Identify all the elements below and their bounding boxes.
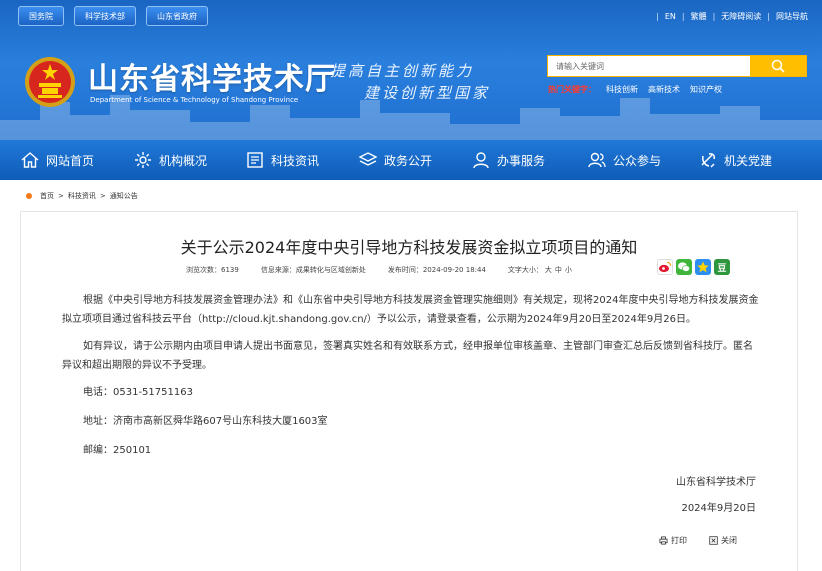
nav-home[interactable]: 网站首页 (20, 140, 94, 180)
breadcrumb-notices[interactable]: 通知公告 (110, 191, 138, 201)
nav-public-participation[interactable]: 公众参与 (587, 140, 661, 180)
search-input[interactable] (548, 56, 750, 76)
share-bar: 豆 (657, 259, 730, 275)
separator: | (681, 12, 685, 21)
meta-views-value: 6139 (221, 266, 239, 274)
meta-date-label: 发布时间： (387, 266, 423, 274)
hot-keywords: 热门关键字： 科技创新 高新技术 知识产权 (548, 84, 722, 95)
close-label: 关闭 (721, 536, 737, 545)
link-sitemap[interactable]: 网站导航 (776, 11, 808, 22)
hot-keyword[interactable]: 知识产权 (690, 84, 722, 95)
fontsize-medium[interactable]: 中 (555, 266, 562, 274)
nav-label: 科技资讯 (271, 153, 320, 168)
qzone-icon[interactable] (695, 259, 711, 275)
contact-phone: 电话：0531-51751163 (83, 387, 193, 398)
separator: | (712, 12, 716, 21)
close-button[interactable]: 关闭 (709, 535, 737, 546)
meta-fontsize: 文字大小：大中小 (508, 265, 575, 275)
nav-gov-affairs[interactable]: 政务公开 (358, 140, 432, 180)
people-icon (588, 152, 606, 168)
layers-icon (358, 152, 378, 166)
article-paragraph: 根据《中央引导地方科技发展资金管理办法》和《山东省中央引导地方科技发展资金管理实… (62, 295, 759, 325)
top-tabs: 国务院 科学技术部 山东省政府 (18, 6, 208, 26)
top-tab-most[interactable]: 科学技术部 (74, 6, 136, 26)
breadcrumb: 首页 > 科技资讯 > 通知公告 (26, 191, 138, 201)
meta-date: 发布时间：2024-09-20 18:44 (388, 265, 486, 275)
print-label: 打印 (671, 536, 687, 545)
link-english[interactable]: EN (665, 12, 676, 21)
article-paragraph: 如有异议，请于公示期内由项目申请人提出书面意见，签署真实姓名和有效联系方式，经申… (62, 341, 753, 371)
article-title: 关于公示2024年度中央引导地方科技发展资金拟立项项目的通知 (180, 238, 638, 257)
site-subtitle: Department of Science & Technology of Sh… (90, 96, 299, 104)
meta-source-value: 成果转化与区域创新处 (295, 266, 366, 274)
print-icon (659, 536, 668, 545)
contact-address: 地址：济南市高新区舜华路607号山东科技大厦1603室 (83, 416, 328, 427)
hot-keyword[interactable]: 高新技术 (648, 84, 680, 95)
meta-views-label: 浏览次数： (186, 266, 221, 274)
site-banner: 国务院 科学技术部 山东省政府 | EN | 繁體 | 无障碍阅读 | 网站导航… (0, 0, 822, 140)
nav-news[interactable]: 科技资讯 (245, 140, 319, 180)
fontsize-small[interactable]: 小 (565, 266, 572, 274)
breadcrumb-bullet-icon (26, 193, 32, 199)
weibo-icon[interactable] (657, 259, 673, 275)
nav-label: 公众参与 (613, 153, 662, 168)
article-actions: 打印 关闭 (659, 535, 737, 546)
separator: | (656, 12, 659, 21)
print-button[interactable]: 打印 (659, 535, 687, 546)
party-emblem-icon (701, 153, 715, 168)
nav-label: 机构概况 (159, 153, 208, 168)
nav-services[interactable]: 办事服务 (471, 140, 545, 180)
meta-date-value: 2024-09-20 18:44 (422, 266, 486, 274)
meta-views: 浏览次数：6139 (186, 265, 239, 275)
breadcrumb-separator: > (58, 192, 64, 200)
service-icon (473, 152, 489, 169)
nav-party-building[interactable]: 机关党建 (698, 140, 772, 180)
meta-fontsize-label: 文字大小： (507, 266, 543, 274)
news-icon (247, 152, 263, 168)
home-icon (21, 152, 39, 168)
hot-keywords-label: 热门关键字： (548, 85, 596, 94)
link-accessibility[interactable]: 无障碍阅读 (721, 11, 761, 22)
signature-date: 2024年9月20日 (681, 503, 756, 514)
wechat-icon[interactable] (676, 259, 692, 275)
breadcrumb-separator: > (99, 192, 106, 200)
nav-label: 机关党建 (724, 153, 773, 168)
link-traditional[interactable]: 繁體 (691, 11, 707, 22)
fontsize-large[interactable]: 大 (545, 266, 552, 274)
article-card: 关于公示2024年度中央引导地方科技发展资金拟立项项目的通知 浏览次数：6139… (20, 211, 798, 571)
search-box (547, 55, 807, 77)
main-nav: 网站首页 机构概况 科技资讯 政务公开 办事服务 公众参与 机关党建 (0, 140, 822, 180)
meta-source-label: 信息来源： (260, 266, 296, 274)
nav-organization[interactable]: 机构概况 (133, 140, 207, 180)
contact-postcode: 邮编：250101 (83, 445, 152, 456)
nav-label: 办事服务 (497, 153, 546, 168)
article-body: 根据《中央引导地方科技发展资金管理办法》和《山东省中央引导地方科技发展资金管理实… (62, 291, 762, 470)
douban-icon[interactable]: 豆 (714, 259, 730, 275)
article-meta: 浏览次数：6139 信息来源：成果转化与区域创新处 发布时间：2024-09-2… (186, 265, 575, 275)
breadcrumb-news[interactable]: 科技资讯 (68, 191, 96, 201)
search-icon (771, 59, 785, 73)
national-emblem-icon[interactable] (24, 56, 76, 108)
gear-icon (135, 152, 151, 168)
breadcrumb-home[interactable]: 首页 (40, 191, 54, 201)
signature-organization: 山东省科学技术厅 (676, 477, 756, 488)
separator: | (767, 12, 770, 21)
top-tab-province[interactable]: 山东省政府 (146, 6, 208, 26)
close-icon (709, 536, 718, 545)
search-button[interactable] (750, 56, 806, 76)
slogan-line-2: 建设创新型国家 (364, 84, 491, 102)
nav-label: 网站首页 (46, 153, 95, 168)
slogan-line-1: 提高自主创新能力 (330, 62, 475, 80)
top-tab-state-council[interactable]: 国务院 (18, 6, 64, 26)
site-title[interactable]: 山东省科学技术厅 (88, 54, 336, 98)
hot-keyword[interactable]: 科技创新 (606, 84, 638, 95)
meta-source: 信息来源：成果转化与区域创新处 (261, 265, 366, 275)
top-links: | EN | 繁體 | 无障碍阅读 | 网站导航 (650, 11, 808, 22)
nav-label: 政务公开 (384, 153, 433, 168)
